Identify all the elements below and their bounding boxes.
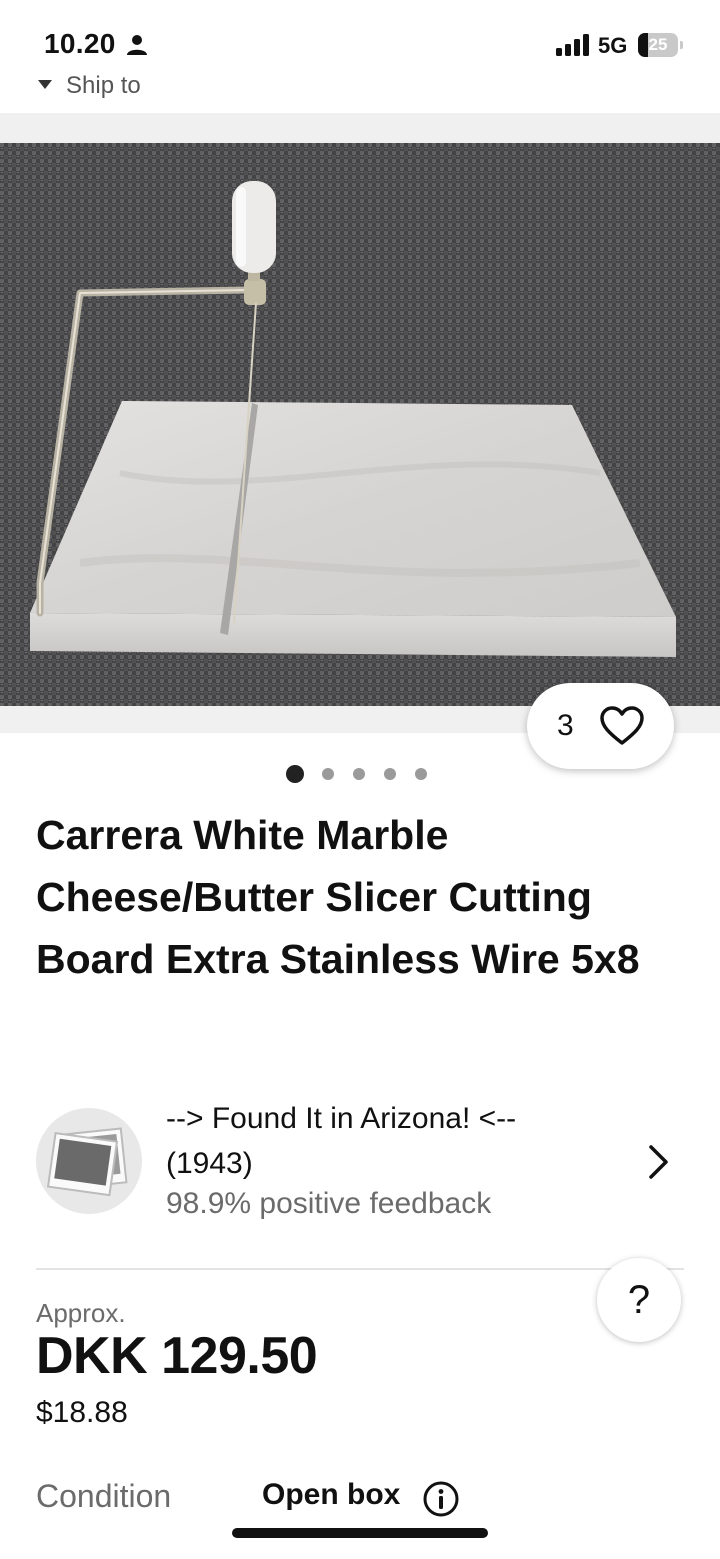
pagination-dot[interactable] (353, 768, 365, 780)
watch-button[interactable]: 3 (527, 683, 674, 769)
battery-icon: 25 (638, 33, 684, 57)
chevron-right-icon[interactable] (648, 1144, 670, 1180)
battery-level: 25 (648, 35, 668, 54)
price-local: DKK 129.50 (36, 1327, 318, 1385)
price-usd: $18.88 (36, 1396, 128, 1429)
help-button[interactable]: ? (597, 1258, 681, 1342)
seller-avatar[interactable] (36, 1108, 142, 1214)
signal-icon (556, 34, 589, 56)
pagination-dot-active[interactable] (286, 765, 304, 783)
status-time: 10.20 (44, 28, 116, 59)
watch-count: 3 (557, 709, 574, 742)
info-icon[interactable] (422, 1480, 460, 1518)
person-icon (127, 35, 147, 55)
product-photo[interactable] (0, 143, 720, 706)
ship-to-row[interactable]: Ship to (0, 70, 720, 112)
condition-label: Condition (36, 1478, 172, 1514)
seller-name[interactable]: --> Found It in Arizona! <-- (1943) (166, 1096, 606, 1186)
pagination-dot[interactable] (322, 768, 334, 780)
heart-icon (600, 706, 644, 745)
pagination-dot[interactable] (415, 768, 427, 780)
chevron-down-icon (38, 80, 52, 89)
listing-title: Carrera White Marble Cheese/Butter Slice… (36, 812, 640, 982)
photo-placeholder-icon (46, 1127, 128, 1197)
condition-value: Open box (262, 1478, 401, 1511)
home-indicator[interactable] (232, 1528, 488, 1538)
seller-feedback: 98.9% positive feedback (166, 1187, 492, 1220)
pagination-dot[interactable] (384, 768, 396, 780)
network-label: 5G (598, 33, 628, 58)
approx-label: Approx. (36, 1298, 126, 1328)
divider (36, 1268, 684, 1270)
ship-to-label: Ship to (66, 72, 141, 99)
